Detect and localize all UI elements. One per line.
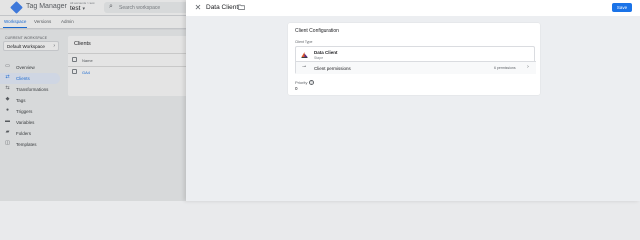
client-type-label: Client Type [295, 40, 313, 44]
client-configuration-card: Client Configuration Client Type Data Cl… [288, 23, 540, 95]
help-icon[interactable]: ? [309, 79, 314, 85]
client-permissions-row[interactable]: ⊸ Client permissions 6 permissions › [296, 62, 536, 74]
priority-label: Priority [295, 80, 308, 85]
priority-value[interactable]: 0 [295, 86, 298, 91]
permissions-count: 6 permissions [494, 66, 516, 70]
client-editor-panel: ✕ Data Client Save Client Configuration … [186, 0, 640, 201]
panel-header: ✕ Data Client Save [186, 0, 640, 16]
stape-logo-icon [300, 50, 309, 59]
client-type-box: Data Client Stape ⊸ Client permissions 6… [295, 46, 536, 74]
client-type-vendor: Stape [314, 55, 324, 60]
folder-icon[interactable] [238, 4, 245, 10]
save-button[interactable]: Save [612, 3, 632, 12]
close-icon[interactable]: ✕ [192, 2, 204, 14]
key-icon: ⊸ [302, 64, 307, 70]
panel-title: Data Client [206, 4, 239, 11]
client-type-name: Data Client [314, 50, 338, 55]
client-type-row[interactable]: Data Client Stape [296, 47, 536, 62]
card-title: Client Configuration [295, 28, 339, 34]
permissions-label: Client permissions [314, 65, 351, 71]
chevron-right-icon: › [527, 64, 529, 70]
